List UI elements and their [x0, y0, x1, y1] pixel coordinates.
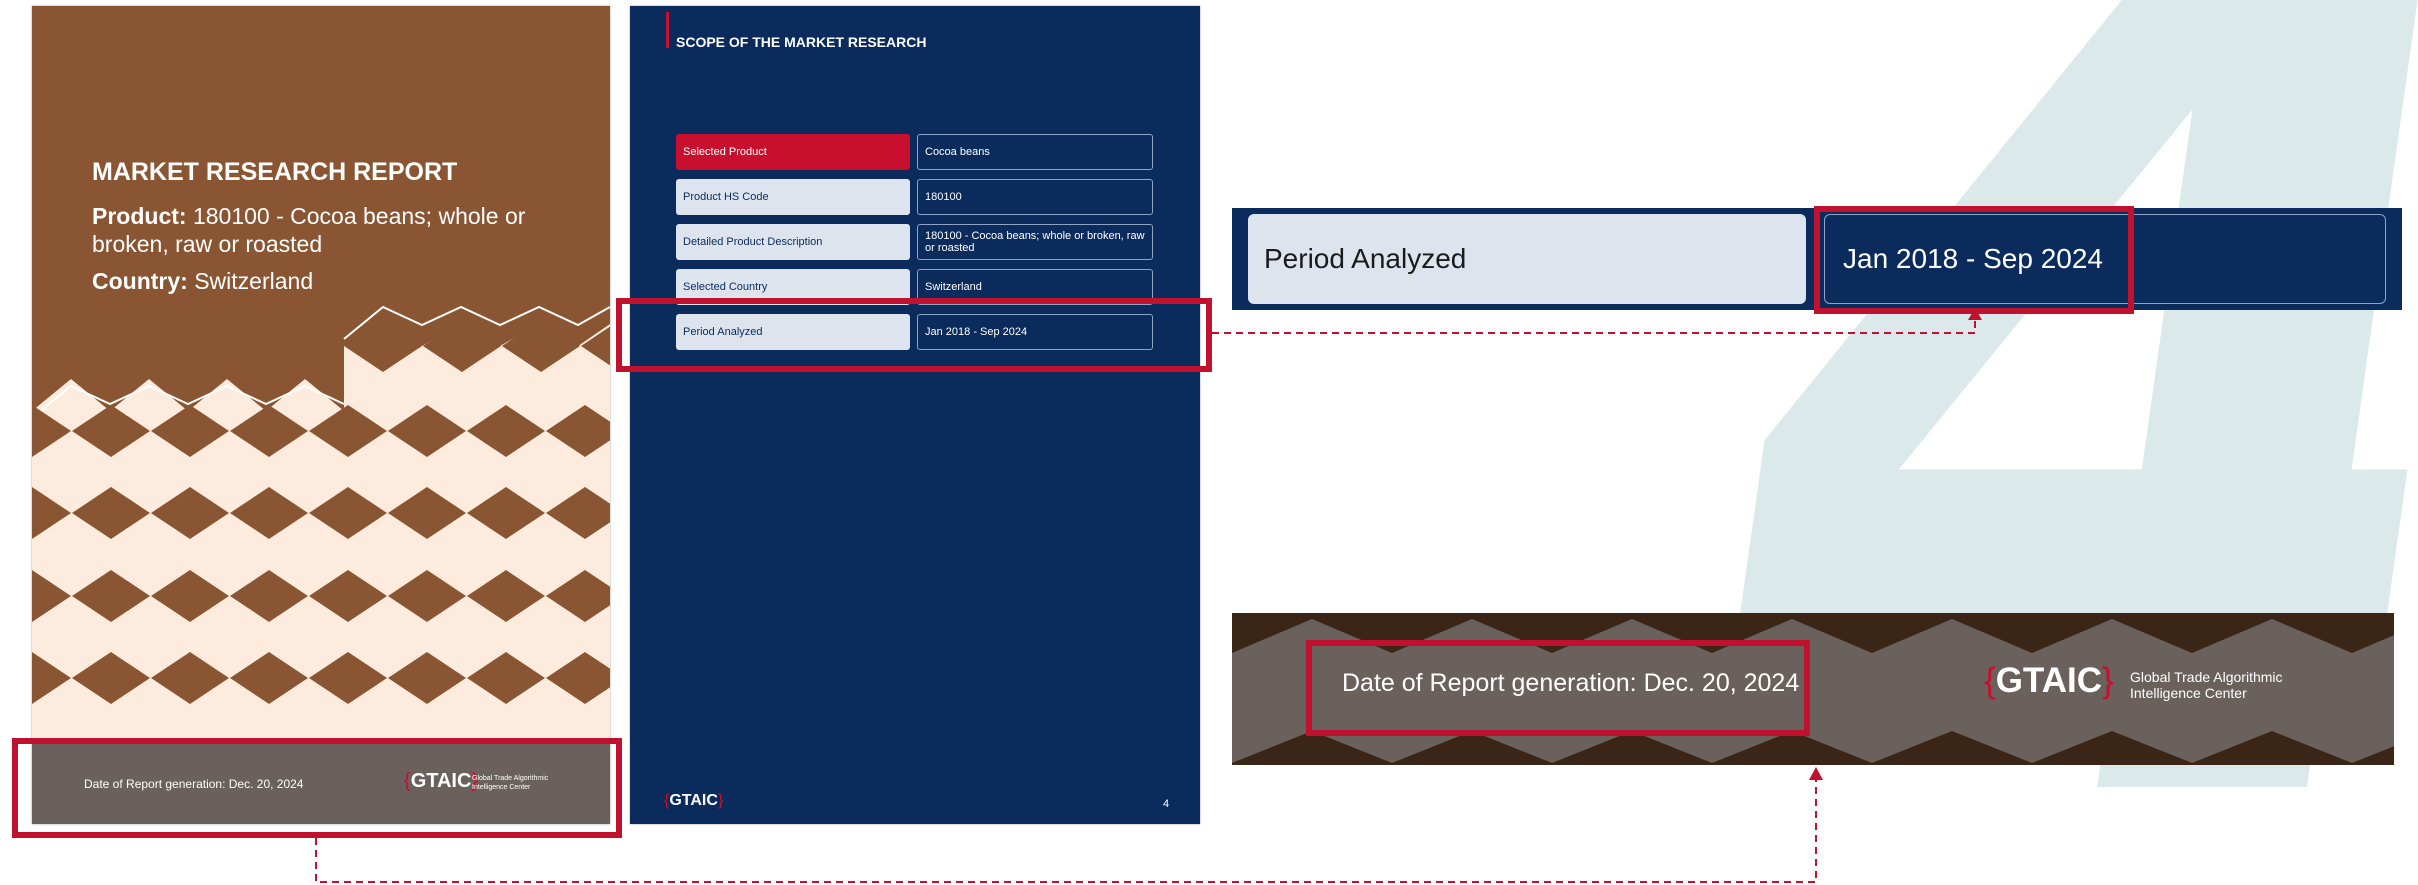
connector-period [1212, 318, 1976, 334]
connector-arrows [315, 308, 1982, 883]
connector-footer [315, 776, 1817, 883]
arrow-head-icon [1809, 767, 1823, 780]
arrow-head-icon [1968, 308, 1982, 320]
